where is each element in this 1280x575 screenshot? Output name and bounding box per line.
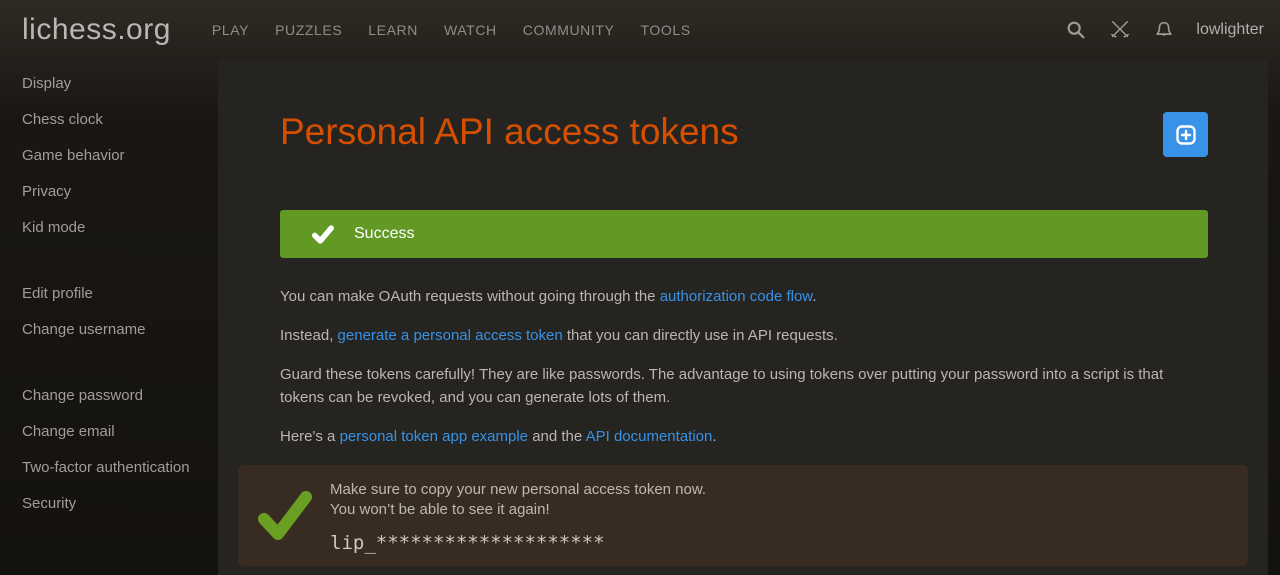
plus-square-icon xyxy=(1174,123,1198,147)
link-generate-personal-access-token[interactable]: generate a personal access token xyxy=(338,327,563,344)
nav-item-play[interactable]: PLAY xyxy=(199,12,262,48)
sidebar-group-profile: Edit profile Change username xyxy=(0,276,218,348)
search-icon[interactable] xyxy=(1064,18,1088,42)
new-token-button[interactable] xyxy=(1163,112,1208,157)
navbar-right: lowlighter xyxy=(1044,18,1280,42)
sidebar-item-security[interactable]: Security xyxy=(0,486,218,522)
sidebar-item-privacy[interactable]: Privacy xyxy=(0,174,218,210)
paragraph-text: Guard these tokens carefully! They are l… xyxy=(280,366,1163,406)
success-banner: Success xyxy=(280,210,1208,258)
sidebar-item-display[interactable]: Display xyxy=(0,66,218,102)
sidebar-item-two-factor-authentication[interactable]: Two-factor authentication xyxy=(0,450,218,486)
link-api-documentation[interactable]: API documentation xyxy=(586,428,713,445)
nav-item-community[interactable]: COMMUNITY xyxy=(510,12,628,48)
sidebar-item-change-email[interactable]: Change email xyxy=(0,414,218,450)
content-panel: Personal API access tokens Success You c… xyxy=(218,60,1268,575)
paragraph-guard: Guard these tokens carefully! They are l… xyxy=(280,363,1208,409)
body-copy: You can make OAuth requests without goin… xyxy=(280,285,1208,448)
nav-item-watch[interactable]: WATCH xyxy=(431,12,510,48)
paragraph-docs: Here's a personal token app example and … xyxy=(280,425,1208,448)
paragraph-text: . xyxy=(712,428,716,445)
paragraph-instead: Instead, generate a personal access toke… xyxy=(280,324,1208,347)
sidebar-item-change-username[interactable]: Change username xyxy=(0,312,218,348)
token-note-line1: Make sure to copy your new personal acce… xyxy=(330,480,706,500)
notifications-bell-icon[interactable] xyxy=(1152,18,1176,42)
success-banner-label: Success xyxy=(354,225,414,243)
nav-item-tools[interactable]: TOOLS xyxy=(627,12,703,48)
paragraph-text: You can make OAuth requests without goin… xyxy=(280,288,660,305)
sidebar-item-kid-mode[interactable]: Kid mode xyxy=(0,210,218,246)
paragraph-oauth: You can make OAuth requests without goin… xyxy=(280,285,1208,308)
token-value: lip_******************** xyxy=(330,532,706,554)
paragraph-text: Instead, xyxy=(280,327,338,344)
sidebar-item-game-behavior[interactable]: Game behavior xyxy=(0,138,218,174)
settings-sidebar: Display Chess clock Game behavior Privac… xyxy=(0,60,218,575)
nav-item-learn[interactable]: LEARN xyxy=(355,12,431,48)
nav-item-puzzles[interactable]: PUZZLES xyxy=(262,12,355,48)
challenges-crossed-swords-icon[interactable] xyxy=(1108,18,1132,42)
sidebar-group-preferences: Display Chess clock Game behavior Privac… xyxy=(0,66,218,246)
main-nav: PLAY PUZZLES LEARN WATCH COMMUNITY TOOLS xyxy=(199,12,704,48)
big-check-icon xyxy=(256,489,314,543)
sidebar-item-chess-clock[interactable]: Chess clock xyxy=(0,102,218,138)
token-note-line2: You won’t be able to see it again! xyxy=(330,500,706,520)
paragraph-text: . xyxy=(812,288,816,305)
new-token-box: Make sure to copy your new personal acce… xyxy=(238,465,1248,566)
page-title: Personal API access tokens xyxy=(280,60,1208,154)
site-logo[interactable]: lichess.org xyxy=(22,13,171,47)
token-box-text: Make sure to copy your new personal acce… xyxy=(330,478,706,554)
username-link[interactable]: lowlighter xyxy=(1196,21,1264,39)
top-navbar: lichess.org PLAY PUZZLES LEARN WATCH COM… xyxy=(0,0,1280,60)
sidebar-item-change-password[interactable]: Change password xyxy=(0,378,218,414)
check-icon xyxy=(312,225,334,244)
sidebar-group-security: Change password Change email Two-factor … xyxy=(0,378,218,522)
sidebar-item-edit-profile[interactable]: Edit profile xyxy=(0,276,218,312)
paragraph-text: and the xyxy=(528,428,586,445)
paragraph-text: Here's a xyxy=(280,428,340,445)
page-header-row: Personal API access tokens xyxy=(280,60,1208,154)
paragraph-text: that you can directly use in API request… xyxy=(563,327,838,344)
link-authorization-code-flow[interactable]: authorization code flow xyxy=(660,288,813,305)
link-personal-token-app-example[interactable]: personal token app example xyxy=(340,428,528,445)
